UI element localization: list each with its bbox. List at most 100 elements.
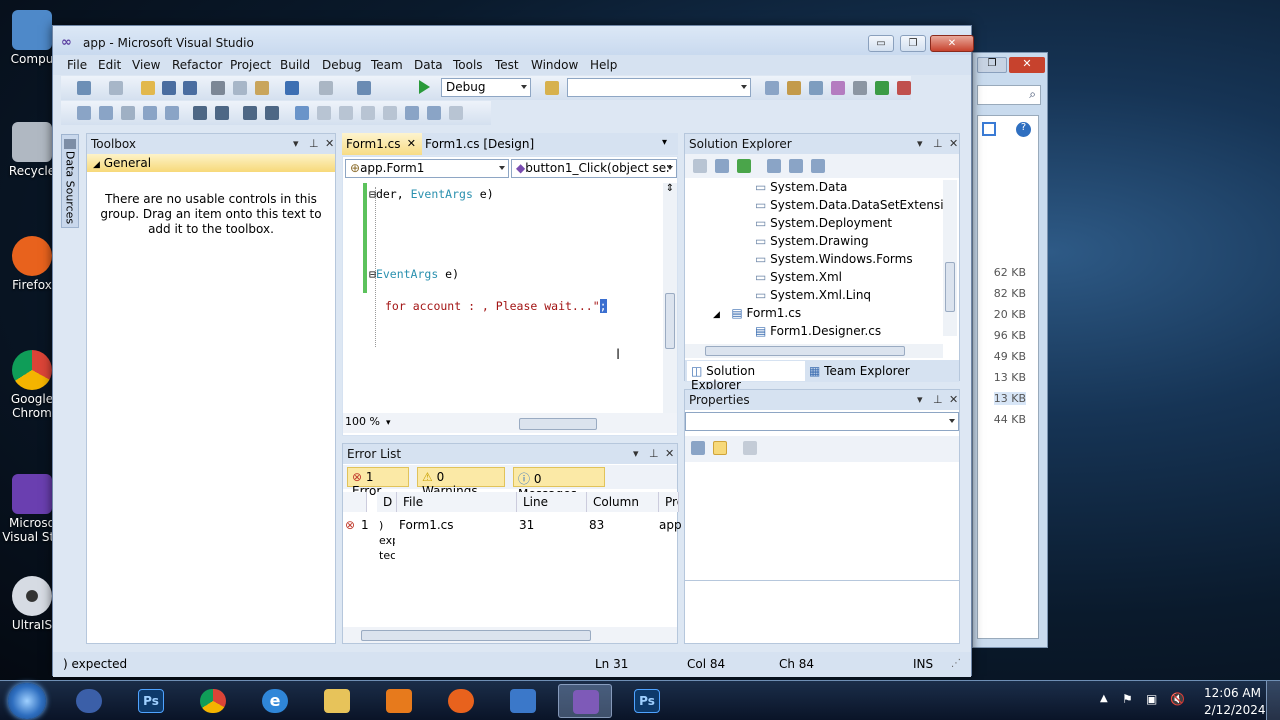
errors-filter-button[interactable]: ⊗ 1 Error xyxy=(347,467,409,498)
alphabetical-icon[interactable] xyxy=(713,441,727,455)
outline-collapse-icon[interactable]: ⊟ xyxy=(369,267,376,281)
vertical-scrollbar[interactable] xyxy=(943,180,957,336)
view-code-icon[interactable] xyxy=(767,159,781,173)
restore-icon[interactable]: ❐ xyxy=(977,57,1007,73)
solution-configuration-select[interactable]: Debug xyxy=(441,78,531,97)
tree-item[interactable]: ▤ Form1.Designer.cs xyxy=(755,324,881,338)
add-item-icon[interactable] xyxy=(109,81,123,95)
table-row[interactable]: ⊗ 1 ) exp tec Form1.cs 31 83 app xyxy=(343,514,682,562)
undo-icon[interactable] xyxy=(285,81,299,95)
class-diagram-icon[interactable] xyxy=(811,159,825,173)
open-icon[interactable] xyxy=(141,81,155,95)
clock-date[interactable]: 2/12/2024 xyxy=(1204,703,1266,717)
start-button[interactable] xyxy=(8,683,46,719)
taskbar-media-player-2[interactable] xyxy=(372,684,426,718)
tree-item[interactable]: ▭ System.Drawing xyxy=(755,234,869,248)
comment-icon[interactable] xyxy=(243,106,257,120)
taskbar-photoshop-2[interactable]: Ps xyxy=(620,684,674,718)
solution-explorer-icon[interactable] xyxy=(765,81,779,95)
start-page-icon[interactable] xyxy=(875,81,889,95)
close-icon[interactable]: ✕ xyxy=(949,393,958,406)
view-icon[interactable] xyxy=(982,122,996,136)
taskbar-file-explorer[interactable] xyxy=(310,684,364,718)
clock-time[interactable]: 12:06 AM xyxy=(1204,686,1261,700)
horizontal-scrollbar[interactable] xyxy=(343,627,677,643)
menu-project[interactable]: Project xyxy=(230,58,271,72)
property-pages-icon[interactable] xyxy=(743,441,757,455)
column-header-description[interactable]: D xyxy=(377,492,397,512)
word-complete-icon[interactable] xyxy=(165,106,179,120)
taskbar-firefox[interactable] xyxy=(434,684,488,718)
redo-icon[interactable] xyxy=(319,81,333,95)
show-hidden-icons-icon[interactable]: ▲ xyxy=(1100,693,1108,704)
properties-icon[interactable] xyxy=(693,159,707,173)
horizontal-scrollbar-thumb[interactable] xyxy=(519,418,597,430)
menu-test[interactable]: Test xyxy=(495,58,519,72)
taskbar-chrome[interactable] xyxy=(186,684,240,718)
chevron-down-icon[interactable]: ▾ xyxy=(662,137,667,148)
object-browser-icon[interactable] xyxy=(809,81,823,95)
tree-item[interactable]: ▭ System.Xml xyxy=(755,270,842,284)
prev-doc-bookmark-icon[interactable] xyxy=(405,106,419,120)
next-bookmark-icon[interactable] xyxy=(339,106,353,120)
close-icon[interactable]: ✕ xyxy=(949,137,958,150)
messages-filter-button[interactable]: ⓘ 0 Messages xyxy=(513,467,605,501)
taskbar-photoshop[interactable]: Ps xyxy=(124,684,178,718)
properties-object-select[interactable] xyxy=(685,412,959,431)
properties-icon[interactable] xyxy=(787,81,801,95)
prev-bookmark-folder-icon[interactable] xyxy=(361,106,375,120)
menu-view[interactable]: View xyxy=(132,58,160,72)
uncomment-icon[interactable] xyxy=(265,106,279,120)
scrollbar-thumb[interactable] xyxy=(665,293,675,349)
data-sources-tab[interactable]: Data Sources xyxy=(61,134,79,228)
column-header-line[interactable]: Line xyxy=(517,492,587,512)
volume-muted-icon[interactable]: 🔇 xyxy=(1170,692,1185,706)
taskbar-internet-explorer[interactable]: e xyxy=(248,684,302,718)
cut-icon[interactable] xyxy=(211,81,225,95)
categorized-icon[interactable] xyxy=(691,441,705,455)
member-dropdown[interactable]: ◆button1_Click(object ser xyxy=(511,159,677,178)
zoom-select[interactable]: 100 % ▾ xyxy=(345,415,401,431)
tab-solution-explorer[interactable]: ◫ Solution Explorer xyxy=(687,361,805,392)
title-bar[interactable]: ∞ app - Microsoft Visual Studio ▭ ❐ ✕ xyxy=(53,26,974,58)
tree-item[interactable]: ▭ System.Windows.Forms xyxy=(755,252,913,266)
tree-item[interactable]: ▭ System.Data xyxy=(755,180,847,194)
code-editor[interactable]: ⊕app.Form1 ◆button1_Click(object ser ⊟de… xyxy=(342,156,678,436)
member-icon[interactable] xyxy=(99,106,113,120)
restore-button[interactable]: ❐ xyxy=(900,35,926,52)
taskbar-visual-studio[interactable] xyxy=(558,684,612,718)
flag-icon[interactable]: ⚑ xyxy=(1122,692,1133,706)
chevron-down-icon[interactable]: ▾ xyxy=(917,137,923,150)
chevron-down-icon[interactable]: ▾ xyxy=(293,137,299,150)
tab-form1-cs[interactable]: Form1.cs ✕ xyxy=(342,133,422,155)
tab-team-explorer[interactable]: ▦ Team Explorer xyxy=(809,364,910,378)
scrollbar-thumb[interactable] xyxy=(705,346,905,356)
outdent-icon[interactable] xyxy=(193,106,207,120)
background-explorer-window[interactable]: ❐ ✕ ⌕ ? 62 KB 82 KB 20 KB 96 KB 49 KB 13… xyxy=(972,52,1048,648)
close-icon[interactable]: ✕ xyxy=(665,447,674,460)
refresh-icon[interactable] xyxy=(737,159,751,173)
find-combo[interactable] xyxy=(567,78,751,97)
indent-icon[interactable] xyxy=(215,106,229,120)
tree-item[interactable]: ▭ System.Deployment xyxy=(755,216,892,230)
column-header-file[interactable]: File xyxy=(397,492,517,512)
menu-refactor[interactable]: Refactor xyxy=(172,58,222,72)
show-desktop-button[interactable] xyxy=(1266,681,1280,720)
menu-window[interactable]: Window xyxy=(531,58,578,72)
close-tab-icon[interactable]: ✕ xyxy=(407,137,416,150)
toolbox-icon[interactable] xyxy=(831,81,845,95)
menu-tools[interactable]: Tools xyxy=(453,58,483,72)
chevron-down-icon[interactable]: ▾ xyxy=(633,447,639,460)
minimize-button[interactable]: ▭ xyxy=(868,35,894,52)
close-icon[interactable]: ✕ xyxy=(325,137,334,150)
help-icon[interactable]: ? xyxy=(1016,122,1031,137)
pin-icon[interactable]: ⊥ xyxy=(933,137,943,150)
previous-bookmark-icon[interactable] xyxy=(317,106,331,120)
close-button[interactable]: ✕ xyxy=(930,35,974,52)
warnings-filter-button[interactable]: ⚠ 0 Warnings xyxy=(417,467,505,498)
tree-item[interactable]: ▭ System.Xml.Linq xyxy=(755,288,871,302)
new-project-icon[interactable] xyxy=(77,81,91,95)
tree-item[interactable]: ▭ System.Data.DataSetExtensions xyxy=(755,198,943,212)
menu-build[interactable]: Build xyxy=(280,58,310,72)
clear-bookmarks-icon[interactable] xyxy=(449,106,463,120)
